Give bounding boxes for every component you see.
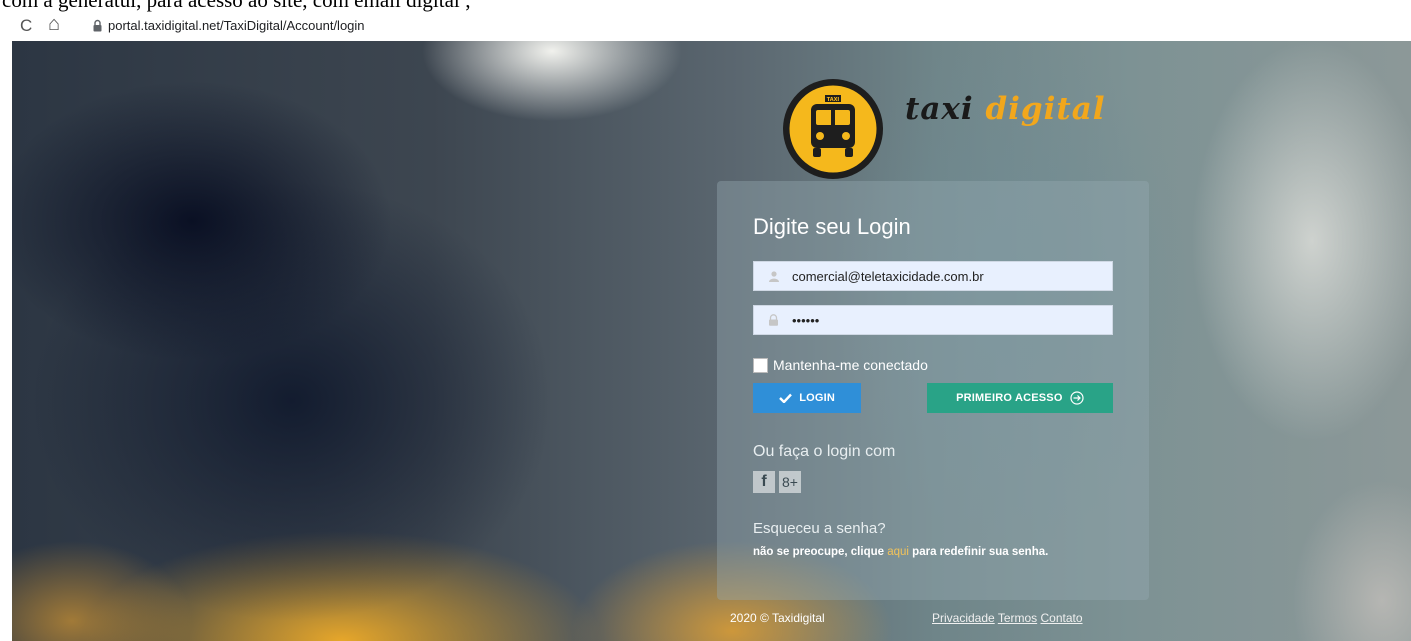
taxi-logo-icon: TAXI (783, 79, 883, 179)
forgot-password-text: não se preocupe, clique aqui para redefi… (753, 545, 1113, 560)
login-title: Digite seu Login (753, 214, 911, 239)
user-icon (769, 271, 779, 282)
login-button-label: LOGIN (799, 392, 836, 405)
login-button[interactable]: LOGIN (753, 383, 861, 413)
email-field[interactable] (753, 261, 1113, 291)
browser-toolbar: C ⌂ portal.taxidigital.net/TaxiDigital/A… (0, 12, 1411, 40)
brand-name-part2: digital (985, 91, 1106, 127)
reload-icon[interactable]: C (20, 16, 32, 36)
privacy-link[interactable]: Privacidade (932, 611, 995, 625)
forgot-password-title: Esqueceu a senha? (753, 520, 886, 537)
google-plus-login-button[interactable]: 8+ (779, 471, 801, 493)
footer-links: Privacidade Termos Contato (932, 611, 1083, 625)
social-login-title: Ou faça o login com (753, 443, 896, 460)
facebook-login-button[interactable]: f (753, 471, 775, 493)
lock-icon (93, 19, 102, 32)
password-field[interactable] (753, 305, 1113, 335)
lock-icon (769, 314, 778, 326)
document-text: com a generatul, para acesso ao site, co… (2, 0, 471, 12)
forgot-text-before: não se preocupe, clique (753, 546, 885, 558)
first-access-button[interactable]: PRIMEIRO ACESSO (927, 383, 1113, 413)
checkmark-icon (779, 393, 792, 404)
contact-link[interactable]: Contato (1041, 611, 1083, 625)
reset-password-link[interactable]: aqui (887, 546, 909, 558)
forgot-text-after: para redefinir sua senha. (912, 546, 1049, 558)
google-plus-icon: 8+ (782, 474, 798, 490)
first-access-button-label: PRIMEIRO ACESSO (956, 392, 1063, 404)
facebook-icon: f (761, 473, 767, 490)
address-bar-url[interactable]: portal.taxidigital.net/TaxiDigital/Accou… (108, 18, 365, 34)
login-panel: Digite seu Login Mantenha-me conectado L… (717, 181, 1149, 600)
home-icon[interactable]: ⌂ (48, 14, 60, 34)
remember-me-label: Mantenha-me conectado (773, 357, 928, 373)
brand-name-part1: taxi (905, 91, 974, 127)
email-input[interactable] (792, 262, 1102, 290)
terms-link[interactable]: Termos (998, 611, 1037, 625)
brand-name: taxi digital (905, 91, 1106, 127)
login-page: TAXI taxi digital Digite seu Login comer… (12, 41, 1411, 641)
password-input[interactable] (792, 306, 1102, 334)
remember-me-checkbox[interactable] (753, 358, 768, 373)
arrow-circle-right-icon (1070, 391, 1084, 405)
footer-copyright: 2020 © Taxidigital (730, 611, 825, 625)
logo-badge-text: TAXI (827, 97, 840, 103)
